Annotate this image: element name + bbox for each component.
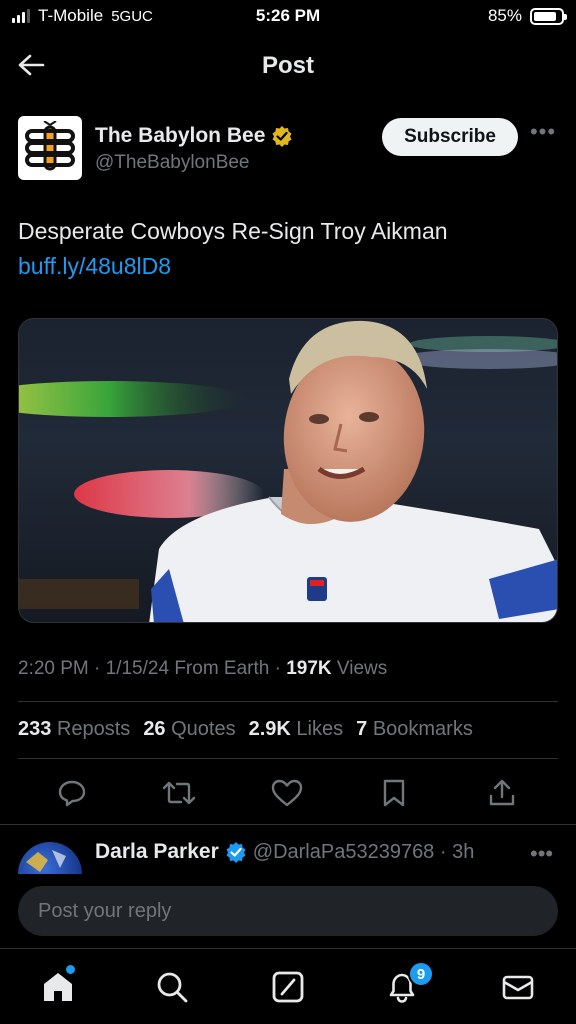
football-player-photo <box>19 320 557 622</box>
bottom-tab-bar: 9 <box>0 948 576 1024</box>
repost-icon <box>162 781 196 805</box>
bookmarks-label: Bookmarks <box>372 718 473 740</box>
reply-author-name: Darla Parker <box>95 840 219 863</box>
reply-input[interactable] <box>18 886 558 936</box>
like-button[interactable] <box>270 776 304 810</box>
views-label: Views <box>331 658 388 679</box>
babylon-bee-logo-icon <box>25 121 75 171</box>
tab-messages[interactable] <box>498 967 538 1007</box>
reposts-count: 233 <box>18 718 52 740</box>
reply-composer <box>18 886 558 936</box>
likes-label: Likes <box>296 718 344 740</box>
home-unread-dot <box>66 965 75 974</box>
post-header: Post <box>0 32 576 96</box>
quotes-stat[interactable]: 26 Quotes <box>143 718 235 741</box>
divider <box>0 824 576 825</box>
gold-check-badge-icon <box>272 126 292 147</box>
likes-count: 2.9K <box>248 718 291 740</box>
battery-percent: 85% <box>487 6 522 25</box>
author-handle[interactable]: @TheBabylonBee <box>95 152 250 174</box>
views-count: 197K <box>286 658 332 679</box>
quotes-label: Quotes <box>171 718 236 740</box>
divider <box>18 701 558 702</box>
avatar[interactable] <box>18 842 82 874</box>
repost-button[interactable] <box>162 776 196 810</box>
messages-icon <box>502 975 534 1000</box>
home-icon <box>44 973 72 1001</box>
post-timestamp: 2:20 PM · 1/15/24 From Earth · <box>18 658 287 679</box>
post-stats: 233 Reposts 26 Quotes 2.9K Likes 7 Bookm… <box>18 718 473 741</box>
bookmark-button[interactable] <box>377 776 411 810</box>
quotes-count: 26 <box>143 718 166 740</box>
reply-button[interactable] <box>55 776 89 810</box>
tab-grok[interactable] <box>268 967 308 1007</box>
bookmark-icon <box>383 779 405 807</box>
share-icon <box>489 779 515 806</box>
reply-author-handle: @DarlaPa53239768 · 3h <box>252 840 475 863</box>
reply-author[interactable]: Darla Parker @DarlaPa53239768 · 3h <box>95 840 474 864</box>
divider <box>18 758 558 759</box>
post-image[interactable] <box>18 318 558 623</box>
status-bar: T-Mobile 5GUC 5:26 PM 85% <box>0 0 576 32</box>
status-right: 85% <box>487 6 567 26</box>
post-author: The Babylon Bee @TheBabylonBee Subscribe… <box>18 116 558 182</box>
more-options-icon[interactable]: ••• <box>528 121 558 146</box>
more-options-icon[interactable]: ••• <box>530 843 553 865</box>
reply-item[interactable]: Darla Parker @DarlaPa53239768 · 3h ••• <box>0 826 576 874</box>
blue-check-badge-icon <box>226 842 246 863</box>
page-title: Post <box>261 52 314 79</box>
author-name-text: The Babylon Bee <box>95 124 266 147</box>
grok-icon <box>272 971 304 1003</box>
reposts-label: Reposts <box>56 718 131 740</box>
bookmarks-count: 7 <box>356 718 368 740</box>
post-link[interactable]: buff.ly/48u8lD8 <box>18 253 171 280</box>
avatar-image-icon <box>26 850 66 872</box>
battery-icon <box>530 7 567 25</box>
reposts-stat[interactable]: 233 Reposts <box>18 718 130 741</box>
notifications-badge: 9 <box>408 961 434 987</box>
likes-stat[interactable]: 2.9K Likes <box>249 718 344 741</box>
subscribe-button[interactable]: Subscribe <box>382 118 518 156</box>
post-actions <box>0 768 576 818</box>
share-button[interactable] <box>485 776 519 810</box>
author-name[interactable]: The Babylon Bee <box>95 124 293 148</box>
reply-icon <box>58 780 86 807</box>
like-icon <box>271 779 303 807</box>
bookmarks-stat[interactable]: 7 Bookmarks <box>356 718 473 741</box>
battery-fill <box>534 11 557 21</box>
avatar[interactable] <box>18 116 82 180</box>
post-text: Desperate Cowboys Re-Sign Troy Aikman <box>18 218 448 244</box>
search-icon <box>157 972 188 1003</box>
tab-search[interactable] <box>152 967 192 1007</box>
post-meta: 2:20 PM · 1/15/24 From Earth · 197K View… <box>18 658 387 680</box>
